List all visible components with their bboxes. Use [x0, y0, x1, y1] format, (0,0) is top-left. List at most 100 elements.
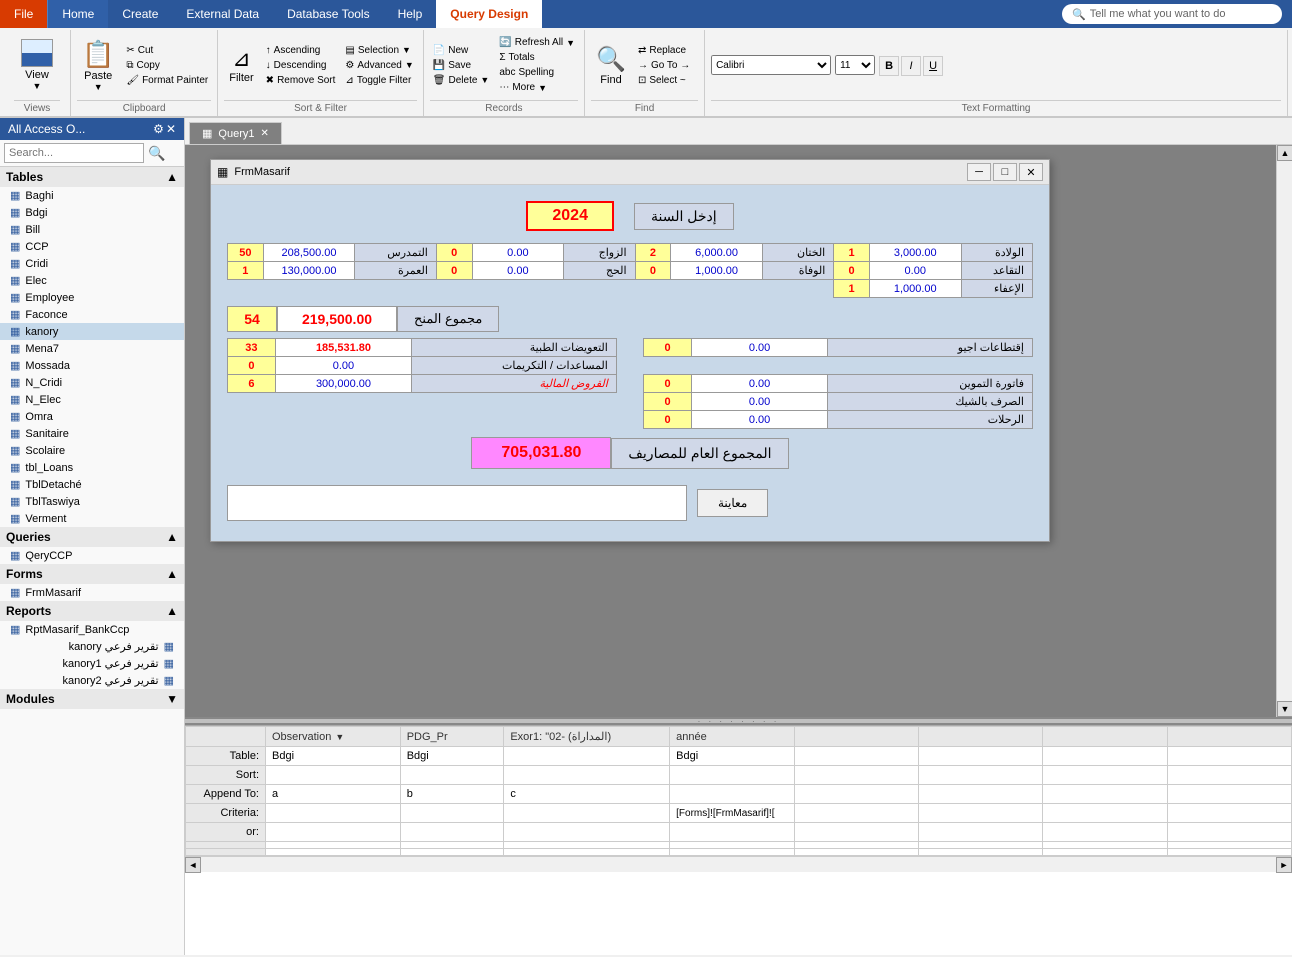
tell-me-bar[interactable]: 🔍 Tell me what you want to do: [1062, 4, 1282, 24]
selection-button[interactable]: ▤Selection▼: [342, 44, 416, 57]
medical-amount: 185,531.80: [275, 339, 411, 357]
query-col-pdg-pr: PDG_Pr: [400, 727, 504, 747]
scroll-left-btn[interactable]: ◄: [185, 857, 201, 873]
bold-button[interactable]: B: [879, 56, 899, 76]
query-col-observation[interactable]: Observation ▼: [266, 727, 401, 747]
underline-button[interactable]: U: [923, 56, 943, 76]
sidebar-item-kanory-report[interactable]: ▦تقرير فرعي kanory: [0, 638, 184, 655]
query-tab-query1[interactable]: ▦ Query1 ✕: [189, 122, 282, 144]
sidebar-section-modules-header[interactable]: Modules ▼: [0, 689, 184, 709]
preview-button[interactable]: معاينة: [697, 489, 768, 517]
tamdrus-amount: 208,500.00: [263, 244, 355, 262]
tab-external-data[interactable]: External Data: [172, 0, 273, 28]
ribbon-group-sort-filter-label: Sort & Filter: [224, 100, 417, 114]
form-restore-btn[interactable]: □: [993, 163, 1017, 181]
tab-help[interactable]: Help: [384, 0, 437, 28]
remove-sort-button[interactable]: ✖Remove Sort: [263, 74, 339, 87]
sidebar-item-frmmasarif[interactable]: ▦FrmMasarif: [0, 584, 184, 601]
sidebar-item-tbldetache[interactable]: ▦TblDetaché: [0, 476, 184, 493]
query-col-empty1: [794, 727, 918, 747]
select-button[interactable]: ⊡Select ~: [635, 74, 693, 87]
scroll-right-btn[interactable]: ►: [1276, 857, 1292, 873]
sidebar-item-kanory2-report[interactable]: ▦تقرير فرعي kanory2: [0, 672, 184, 689]
sidebar-item-baghi[interactable]: ▦Baghi: [0, 187, 184, 204]
sidebar-item-faconce[interactable]: ▦Faconce: [0, 306, 184, 323]
paste-button[interactable]: 📋 Paste ▼: [77, 32, 119, 98]
drag-handle[interactable]: · · · · · · · ·: [185, 717, 1292, 725]
sidebar-section-forms-header[interactable]: Forms ▲: [0, 564, 184, 584]
query-row-empty1: [186, 842, 1292, 849]
descending-button[interactable]: ↓Descending: [263, 59, 339, 72]
view-button[interactable]: View ▼: [14, 32, 60, 98]
sidebar-item-rptmasarif-bankccp[interactable]: ▦RptMasarif_BankCcp: [0, 621, 184, 638]
scroll-up-btn[interactable]: ▲: [1277, 145, 1292, 161]
sidebar-item-employee[interactable]: ▦Employee: [0, 289, 184, 306]
refresh-all-button[interactable]: 🔄Refresh All▼: [496, 36, 578, 49]
sidebar-item-n-cridi[interactable]: ▦N_Cridi: [0, 374, 184, 391]
tab-database-tools[interactable]: Database Tools: [273, 0, 384, 28]
sidebar-section-reports-header[interactable]: Reports ▲: [0, 601, 184, 621]
sidebar-item-mossada[interactable]: ▦Mossada: [0, 357, 184, 374]
sidebar-item-bdgi[interactable]: ▦Bdgi: [0, 204, 184, 221]
copy-button[interactable]: ⧉Copy: [123, 59, 211, 72]
delete-button[interactable]: 🗑Delete▼: [430, 74, 493, 87]
format-painter-button[interactable]: 🖌Format Painter: [123, 74, 211, 87]
totals-button[interactable]: ΣTotals: [496, 51, 578, 64]
sidebar-item-kanory1-report[interactable]: ▦تقرير فرعي kanory1: [0, 655, 184, 672]
taqaod-amount: 0.00: [869, 262, 961, 280]
toggle-filter-button[interactable]: ⊿Toggle Filter: [342, 74, 416, 87]
replace-button[interactable]: ⇄Replace: [635, 44, 693, 57]
sidebar-item-cridi[interactable]: ▦Cridi: [0, 255, 184, 272]
tab-file[interactable]: File: [0, 0, 47, 28]
ascending-button[interactable]: ↑Ascending: [263, 44, 339, 57]
tab-home[interactable]: Home: [47, 0, 108, 28]
sidebar-item-ccp[interactable]: ▦CCP: [0, 238, 184, 255]
sidebar-item-verment[interactable]: ▦Verment: [0, 510, 184, 527]
taqaod-label: التقاعد: [961, 262, 1032, 280]
sidebar-item-scolaire[interactable]: ▦Scolaire: [0, 442, 184, 459]
form-data-table: 50 208,500.00 التمدرس 0 0.00 الزواج 2 6,…: [227, 243, 1033, 298]
sidebar-item-sanitaire[interactable]: ▦Sanitaire: [0, 425, 184, 442]
italic-button[interactable]: I: [901, 56, 921, 76]
form-minimize-btn[interactable]: ─: [967, 163, 991, 181]
save-button[interactable]: 💾Save: [430, 59, 493, 72]
sidebar-section-queries-header[interactable]: Queries ▲: [0, 527, 184, 547]
new-record-button[interactable]: 📄New: [430, 44, 493, 57]
grand-total-label: المجموع العام للمصاريف: [611, 438, 788, 469]
sidebar-config-icon[interactable]: ⚙: [153, 122, 164, 136]
sidebar-item-omra[interactable]: ▦Omra: [0, 408, 184, 425]
horizontal-scrollbar[interactable]: ◄ ►: [185, 856, 1292, 872]
sidebar-item-n-elec[interactable]: ▦N_Elec: [0, 391, 184, 408]
action-textbox[interactable]: [227, 485, 687, 521]
sidebar-item-queryccp[interactable]: ▦QeryCCP: [0, 547, 184, 564]
sidebar-item-tbltaswiya[interactable]: ▦TblTaswiya: [0, 493, 184, 510]
font-size-select[interactable]: 11: [835, 55, 875, 75]
tab-query-design[interactable]: Query Design: [436, 0, 542, 28]
query-tab-close-icon[interactable]: ✕: [260, 128, 268, 139]
advanced-button[interactable]: ⚙Advanced▼: [342, 59, 416, 72]
sidebar-search-icon[interactable]: 🔍: [148, 145, 165, 162]
sidebar-item-tbl-loans[interactable]: ▦tbl_Loans: [0, 459, 184, 476]
sidebar-item-kanory[interactable]: ▦kanory: [0, 323, 184, 340]
cut-button[interactable]: ✂Cut: [123, 44, 211, 57]
vertical-scrollbar[interactable]: ▲ ▼: [1276, 145, 1292, 717]
filter-button[interactable]: ⊿ Filter: [224, 43, 258, 87]
scroll-track-h[interactable]: [201, 857, 1276, 872]
sidebar-item-elec[interactable]: ▦Elec: [0, 272, 184, 289]
sidebar-section-tables-header[interactable]: Tables ▲: [0, 167, 184, 187]
sidebar-search-input[interactable]: [4, 143, 144, 163]
spelling-button[interactable]: abcSpelling: [496, 66, 578, 79]
hajj-amount: 0.00: [472, 262, 564, 280]
goto-button[interactable]: →Go To →: [635, 59, 693, 72]
find-button[interactable]: 🔍 Find: [591, 42, 631, 89]
form-close-btn[interactable]: ✕: [1019, 163, 1043, 181]
sidebar-item-mena7[interactable]: ▦Mena7: [0, 340, 184, 357]
sidebar-item-bill[interactable]: ▦Bill: [0, 221, 184, 238]
form-content: 2024 إدخل السنة 50 208,500.00 التمدرس: [211, 185, 1049, 541]
scroll-down-btn[interactable]: ▼: [1277, 701, 1292, 717]
more-button[interactable]: ⋯More▼: [496, 81, 578, 94]
tab-create[interactable]: Create: [108, 0, 172, 28]
wafat-count: 0: [635, 262, 671, 280]
sidebar-close-icon[interactable]: ✕: [166, 122, 176, 136]
font-family-select[interactable]: Calibri: [711, 55, 831, 75]
